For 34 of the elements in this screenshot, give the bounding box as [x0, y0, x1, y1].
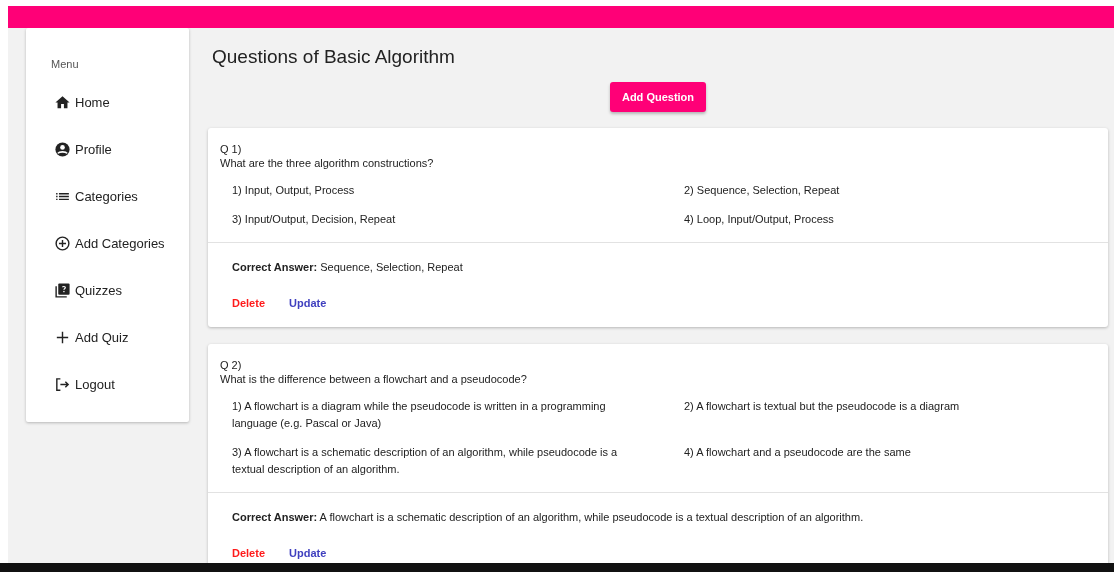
plus-icon: [54, 329, 71, 346]
sidebar-item[interactable]: Add Categories: [54, 233, 165, 254]
answer-option: 2) A flowchart is textual but the pseudocode is a diagram: [684, 400, 960, 412]
page-title: Questions of Basic Algorithm: [212, 46, 455, 68]
question-number: Q 1): [220, 142, 242, 156]
answer-option: 3) A flowchart is a schematic description of an algorithm, while pseudocode is a textual description of an algorithm.: [232, 446, 618, 475]
sidebar-item[interactable]: Add Quiz: [54, 327, 129, 348]
correct-answer: Correct Answer: A flowchart is a schematic description of an algorithm, while pseudocode is a textual description of an algorithm.: [232, 511, 865, 523]
answer-option: 4) A flowchart and a pseudocode are the same: [684, 446, 911, 458]
home-icon: [54, 94, 71, 111]
sidebar-item[interactable]: Quizzes: [54, 280, 122, 301]
sidebar-item[interactable]: Categories: [54, 186, 138, 207]
correct-answer: Correct Answer: Sequence, Selection, Repeat: [232, 261, 464, 273]
answer-option: 4) Loop, Input/Output, Process: [684, 213, 834, 225]
question-number: Q 2): [220, 358, 242, 372]
sidebar-item[interactable]: Logout: [54, 374, 115, 395]
update-button[interactable]: Update: [281, 543, 335, 563]
question-text: What are the three algorithm constructions?: [220, 156, 434, 170]
answer-option: 3) Input/Output, Decision, Repeat: [232, 213, 396, 225]
sidebar-item[interactable]: Profile: [54, 139, 112, 160]
quiz-icon: [54, 282, 71, 299]
answer-option: 2) Sequence, Selection, Repeat: [684, 184, 840, 196]
add-question-button[interactable]: Add Question: [609, 82, 707, 112]
logout-icon: [54, 376, 71, 393]
question-text: What is the difference between a flowchart and a pseudocode?: [220, 372, 527, 386]
answer-option: 1) A flowchart is a diagram while the pseudocode is written in a programming language (e.g. Pascal or Java): [232, 400, 606, 429]
delete-button[interactable]: Delete: [224, 293, 274, 313]
user-circle-icon: [54, 141, 71, 158]
delete-button[interactable]: Delete: [224, 543, 274, 563]
answer-option: 1) Input, Output, Process: [232, 184, 355, 196]
add-circle-icon: [54, 235, 71, 252]
update-button[interactable]: Update: [281, 293, 335, 313]
menu-heading: Menu: [50, 58, 79, 70]
sidebar-item[interactable]: Home: [54, 92, 110, 113]
